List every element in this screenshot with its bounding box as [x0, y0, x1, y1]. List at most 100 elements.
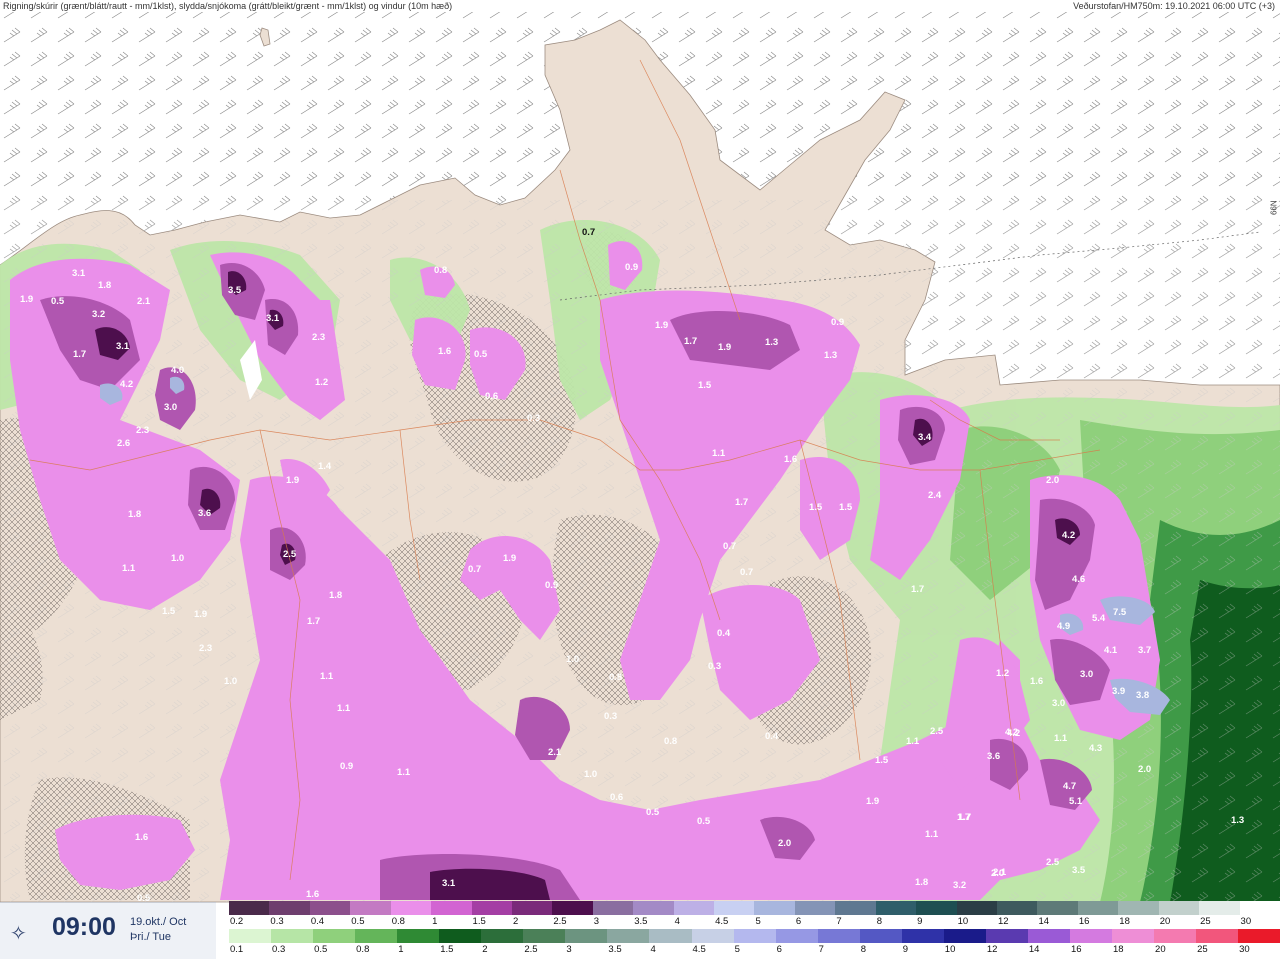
scale-label: 25	[1197, 944, 1208, 955]
value-label: 0.7	[723, 541, 736, 552]
scale-label: 4	[650, 944, 656, 955]
value-label: 0.3	[527, 413, 540, 424]
value-label: 1.1	[337, 703, 351, 714]
scale-label: 4.5	[692, 944, 706, 955]
value-label: 0.4	[765, 731, 779, 742]
scale-label: 1.5	[440, 944, 454, 955]
value-label: 1.3	[824, 350, 837, 361]
value-label: 1.1	[122, 563, 136, 574]
value-label: 1.0	[224, 676, 237, 687]
scale-swatch	[471, 901, 512, 915]
value-label: 3.2	[92, 309, 105, 320]
value-label: 1.0	[566, 654, 579, 665]
scale-label: 18	[1112, 944, 1124, 955]
scale-label: 16	[1070, 944, 1082, 955]
scale-swatch	[1154, 929, 1197, 943]
time-box: ✧ 09:00 19.okt./ Oct Þri./ Tue	[0, 902, 216, 959]
value-label: 1.3	[1231, 815, 1244, 826]
scale-label: 0.8	[356, 944, 370, 955]
value-label: 3.1	[442, 878, 456, 889]
value-label: 0.8	[664, 736, 677, 747]
scale-label: 30	[1240, 916, 1252, 927]
value-label: 7.5	[1113, 607, 1127, 618]
scale-label: 16	[1078, 916, 1090, 927]
scale-swatch	[754, 901, 795, 915]
value-label: 2.3	[136, 425, 149, 436]
value-label: 4.6	[1072, 574, 1085, 585]
scale-swatch	[1239, 901, 1280, 915]
map-source: Veðurstofan/HM750m: 19.10.2021 06:00 UTC…	[1073, 1, 1275, 11]
scale-swatch	[1196, 929, 1239, 943]
scale-label: 14	[1028, 944, 1040, 955]
value-label: 1.9	[194, 609, 207, 620]
scale-label: 5	[755, 916, 761, 927]
valid-date-line1: 19.okt./ Oct	[130, 916, 187, 928]
value-label: 1.4	[318, 461, 332, 472]
scale-label: 3	[566, 944, 572, 955]
scale-label: 9	[917, 916, 923, 927]
value-label: 2.0	[991, 868, 1004, 879]
value-label: 2.0	[778, 838, 791, 849]
value-label: 1.1	[397, 767, 411, 778]
value-label: 3.1	[266, 313, 280, 324]
value-label: 3.6	[198, 508, 211, 519]
scale-label: 2.5	[524, 944, 538, 955]
scale-swatch	[269, 901, 310, 915]
snow-color-scale	[229, 901, 1280, 915]
value-label: 0.5	[474, 349, 488, 360]
scale-label: 14	[1038, 916, 1050, 927]
scale-label: 25	[1200, 916, 1211, 927]
value-label: 1.9	[286, 475, 299, 486]
scale-swatch	[431, 901, 472, 915]
value-label: 1.6	[135, 832, 148, 843]
scale-swatch	[523, 929, 566, 943]
scale-swatch	[997, 901, 1038, 915]
value-label: 2.5	[930, 726, 944, 737]
scale-swatch	[1158, 901, 1200, 915]
value-label: 1.9	[655, 320, 668, 331]
vedurstofan-logo-icon: ✧	[10, 923, 27, 945]
value-label: 1.5	[875, 755, 889, 766]
scale-swatch	[943, 929, 986, 943]
scale-swatch	[229, 929, 272, 943]
value-label: 1.5	[809, 502, 823, 513]
value-label: 0.8	[434, 265, 447, 276]
scale-swatch	[1027, 929, 1070, 943]
scale-swatch	[1199, 901, 1240, 915]
valid-date-line2: Þri./ Tue	[130, 931, 171, 943]
scale-label: 6	[795, 916, 802, 927]
scale-swatch	[633, 901, 674, 915]
value-label: 3.5	[1072, 865, 1086, 876]
value-label: 0.4	[717, 628, 731, 639]
value-label: 5.4	[1092, 613, 1106, 624]
value-label: 1.3	[765, 337, 778, 348]
value-label: 1.9	[503, 553, 516, 564]
scale-label: 1	[432, 916, 438, 927]
scale-swatch	[875, 901, 917, 915]
scale-label: 8	[860, 944, 866, 955]
scale-swatch	[794, 901, 836, 915]
scale-label: 0.5	[314, 944, 328, 955]
valid-time: 09:00	[52, 913, 116, 941]
value-label: 1.6	[306, 889, 319, 900]
value-label: 4.2	[1062, 530, 1075, 541]
value-label: 0.9	[340, 761, 353, 772]
scale-swatch	[390, 901, 432, 915]
scale-label: 12	[998, 916, 1009, 927]
value-label: 3.1	[116, 341, 130, 352]
scale-label: 6	[776, 944, 782, 955]
scale-label: 7	[836, 916, 842, 927]
value-label: 1.7	[957, 812, 970, 823]
value-label: 1.2	[315, 377, 328, 388]
value-label: 2.4	[928, 490, 942, 501]
value-label: 1.6	[1030, 676, 1043, 687]
value-label: 0.5	[646, 807, 660, 818]
value-label: 1.1	[712, 448, 726, 459]
scale-swatch	[355, 929, 398, 943]
value-label: 3.2	[953, 880, 966, 891]
scale-label: 1.5	[472, 916, 486, 927]
value-label: 0.7	[468, 564, 481, 575]
scale-label: 8	[876, 916, 883, 927]
scale-swatch	[397, 929, 440, 943]
value-label: 0.8	[609, 672, 622, 683]
